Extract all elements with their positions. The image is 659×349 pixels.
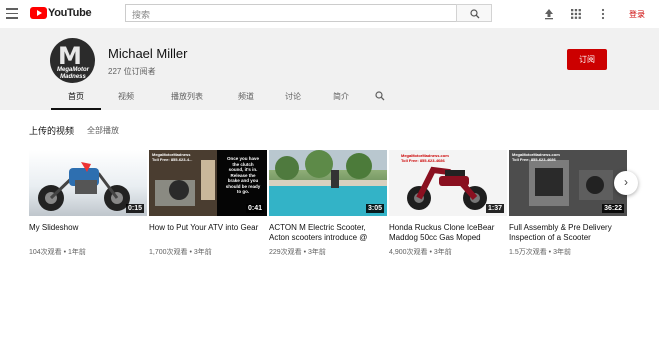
video-card[interactable]: MegaMotorMadness Toll Free: 855-623-4...… xyxy=(149,150,267,257)
video-card[interactable]: MegaMotorMadness.com Toll Free: 855-623-… xyxy=(509,150,627,257)
thumb-caption: Once you have the clutch sound, it's in.… xyxy=(225,156,261,194)
channel-avatar[interactable]: M MegaMotor Madness xyxy=(50,38,95,83)
video-title[interactable]: My Slideshow xyxy=(29,223,147,244)
video-duration: 1:37 xyxy=(485,204,504,213)
video-meta: 229次观看 • 3年前 xyxy=(269,249,326,256)
search-icon xyxy=(470,9,480,19)
hamburger-icon[interactable] xyxy=(6,8,18,19)
video-thumbnail[interactable]: MegaMotorMadness.com Toll Free: 855-623-… xyxy=(389,150,507,216)
tab-videos[interactable]: 视频 xyxy=(101,88,151,110)
tab-channels[interactable]: 频道 xyxy=(223,88,269,110)
tab-playlists[interactable]: 播放列表 xyxy=(151,88,223,110)
video-duration: 3:05 xyxy=(365,204,384,213)
tab-home[interactable]: 首页 xyxy=(51,88,101,110)
upload-icon[interactable] xyxy=(543,7,555,20)
video-meta: 4,900次观看 • 3年前 xyxy=(389,249,452,256)
video-title[interactable]: Full Assembly & Pre Delivery Inspection … xyxy=(509,223,627,244)
video-title[interactable]: How to Put Your ATV into Gear xyxy=(149,223,267,244)
video-card[interactable]: 3:05 ACTON M Electric Scooter, Acton sco… xyxy=(269,150,387,257)
search-input[interactable]: 搜索 xyxy=(125,4,457,22)
video-title[interactable]: Honda Ruckus Clone IceBear Maddog 50cc G… xyxy=(389,223,507,244)
video-title[interactable]: ACTON M Electric Scooter, Acton scooters… xyxy=(269,223,387,244)
channel-search-icon[interactable] xyxy=(365,88,395,110)
video-meta: 1,700次观看 • 3年前 xyxy=(149,249,212,256)
subscriber-count: 227 位订阅者 xyxy=(108,67,156,76)
video-duration: 0:41 xyxy=(245,204,264,213)
play-all-button[interactable]: 全部播放 xyxy=(87,125,119,136)
video-thumbnail[interactable]: 3:05 xyxy=(269,150,387,216)
search-button[interactable] xyxy=(456,4,492,22)
avatar-logo-text: MegaMotor Madness xyxy=(57,67,89,80)
thumb-text: Toll Free: 855-623-4686 xyxy=(512,157,556,162)
tab-discussion[interactable]: 讨论 xyxy=(269,88,317,110)
masthead: YouTube 搜索 登录 xyxy=(0,0,659,28)
video-thumbnail[interactable]: 0:15 xyxy=(29,150,147,216)
video-meta: 1.5万次观看 • 3年前 xyxy=(509,249,571,256)
login-button[interactable]: 登录 xyxy=(629,9,645,20)
video-card[interactable]: MegaMotorMadness.com Toll Free: 855-623-… xyxy=(389,150,507,257)
video-duration: 36:22 xyxy=(602,204,624,213)
youtube-logo[interactable]: YouTube xyxy=(30,7,92,19)
video-card[interactable]: 0:15 My Slideshow 104次观看 • 1年前 xyxy=(29,150,147,257)
video-duration: 0:15 xyxy=(125,204,144,213)
logo-text: YouTube xyxy=(48,7,92,19)
avatar-logo-letter: M xyxy=(58,42,82,70)
channel-name: Michael Miller xyxy=(108,46,188,61)
tab-about[interactable]: 简介 xyxy=(317,88,365,110)
youtube-play-icon xyxy=(30,7,47,19)
channel-header: M MegaMotor Madness Michael Miller 227 位… xyxy=(0,28,659,110)
section-title: 上传的视频 xyxy=(29,126,75,136)
thumb-text: Toll Free: 855-623-4... xyxy=(152,157,193,162)
thumb-text: Toll Free: 855-623-4686 xyxy=(401,158,445,163)
channel-tabs: 首页 视频 播放列表 频道 讨论 简介 xyxy=(51,88,395,110)
video-meta: 104次观看 • 1年前 xyxy=(29,249,86,256)
video-thumbnail[interactable]: MegaMotorMadness Toll Free: 855-623-4...… xyxy=(149,150,267,216)
chevron-right-icon[interactable]: › xyxy=(614,171,638,195)
more-vert-icon[interactable] xyxy=(597,7,609,20)
subscribe-button[interactable]: 订阅 xyxy=(567,49,607,70)
video-thumbnail[interactable]: MegaMotorMadness.com Toll Free: 855-623-… xyxy=(509,150,627,216)
apps-grid-icon[interactable] xyxy=(570,7,582,19)
